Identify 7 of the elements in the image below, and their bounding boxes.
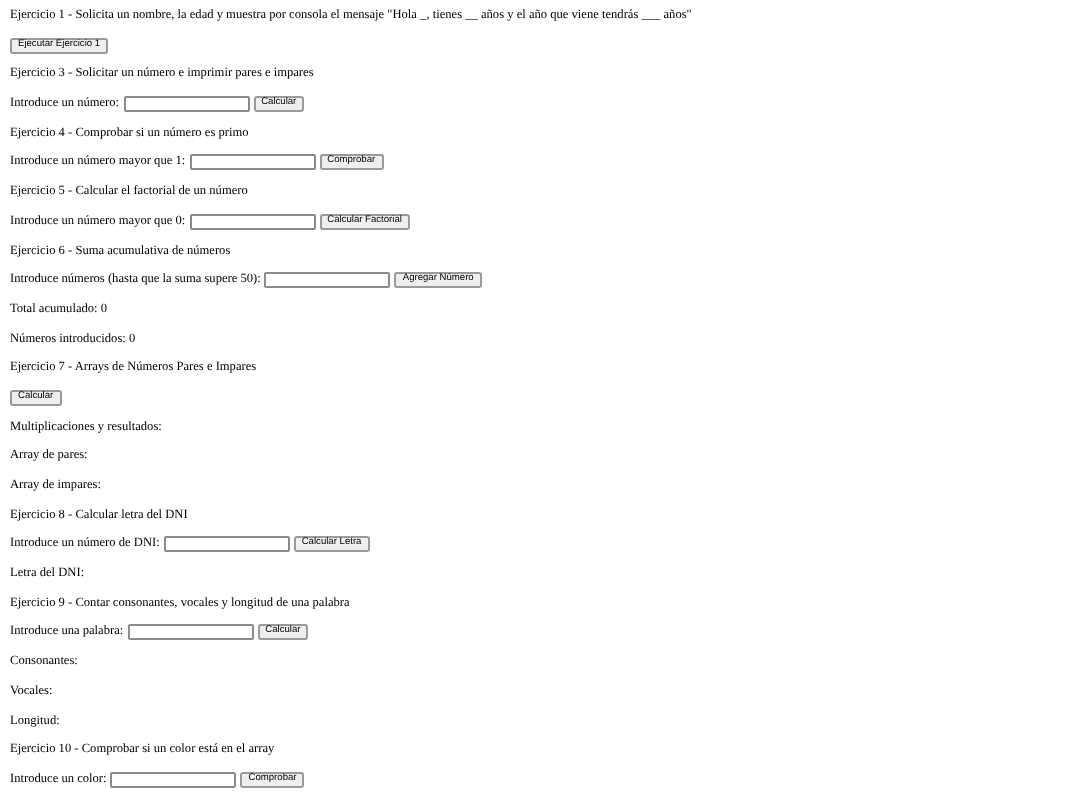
input-field[interactable] [264,272,391,289]
input-field[interactable] [123,96,250,113]
input-field[interactable] [163,536,290,553]
input-field[interactable] [127,624,254,641]
input-field[interactable] [189,154,316,171]
input-field[interactable] [110,771,237,788]
input-field[interactable] [189,213,316,230]
